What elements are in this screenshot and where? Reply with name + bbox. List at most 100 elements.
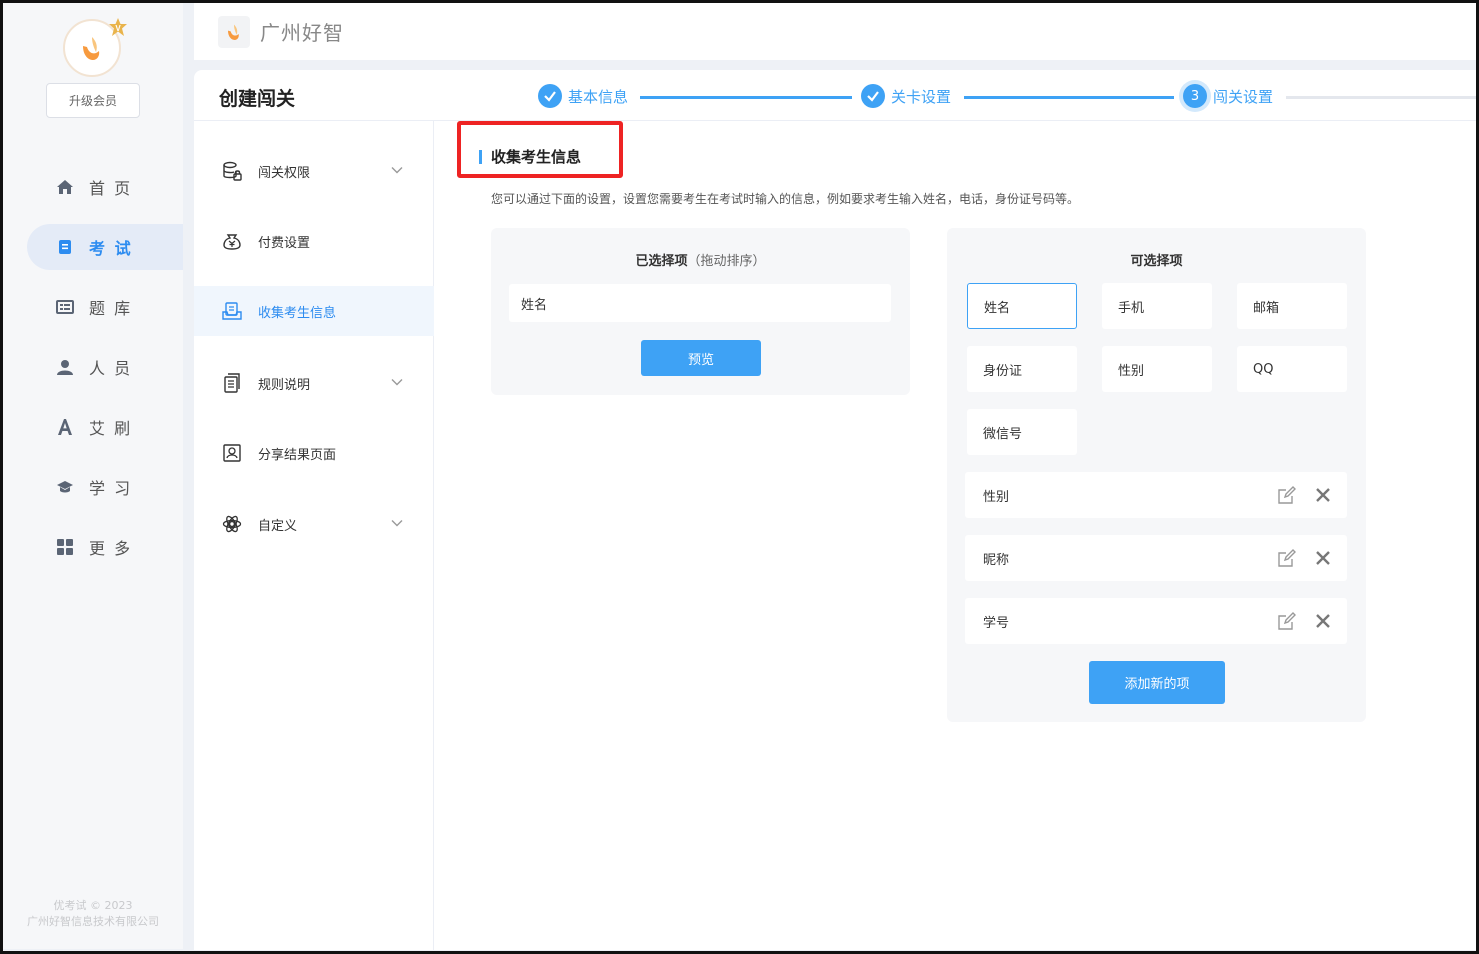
grid-icon bbox=[55, 537, 75, 557]
nav-item-more[interactable]: 更 多 bbox=[27, 524, 183, 570]
payment-icon bbox=[222, 231, 242, 251]
rules-icon bbox=[222, 373, 242, 393]
submenu-label: 分享结果页面 bbox=[258, 447, 337, 463]
left-nav: V 升级会员 首 页 考 试 题 库 人 员 艾 刷 学 习 更 多 优考试 ©… bbox=[3, 3, 183, 949]
settings-submenu: 闯关权限 付费设置 收集考生信息 规则说明 分享结果页面 自定义 bbox=[194, 121, 434, 950]
exam-icon bbox=[55, 237, 75, 257]
submenu-item-collect-info[interactable]: 收集考生信息 bbox=[194, 286, 434, 336]
submenu-label: 自定义 bbox=[258, 518, 298, 534]
nav-item-home[interactable]: 首 页 bbox=[27, 164, 183, 210]
person-icon bbox=[55, 357, 75, 377]
custom-icon bbox=[222, 514, 242, 534]
title-accent-bar bbox=[479, 149, 482, 164]
nav-item-question-bank[interactable]: 题 库 bbox=[27, 284, 183, 330]
page-title: 创建闯关 bbox=[219, 88, 296, 110]
svg-text:V: V bbox=[115, 24, 121, 33]
custom-field-row[interactable]: 性别 bbox=[965, 472, 1347, 518]
step-label: 闯关设置 bbox=[1213, 87, 1274, 106]
step-connector bbox=[964, 96, 1174, 99]
nav-item-exam[interactable]: 考 试 bbox=[27, 224, 183, 270]
upgrade-member-button[interactable]: 升级会员 bbox=[46, 83, 140, 118]
submenu-label: 闯关权限 bbox=[258, 165, 311, 181]
selected-field-name[interactable]: 姓名 bbox=[509, 284, 891, 322]
submenu-label: 付费设置 bbox=[258, 235, 311, 251]
nav-item-label: 首 页 bbox=[89, 179, 133, 198]
close-icon[interactable] bbox=[1315, 613, 1331, 629]
option-name[interactable]: 姓名 bbox=[967, 283, 1077, 329]
submenu-item-permission[interactable]: 闯关权限 bbox=[194, 146, 434, 196]
nav-item-label: 考 试 bbox=[89, 239, 133, 258]
brand-logo-icon bbox=[218, 15, 250, 48]
chevron-down-icon bbox=[391, 379, 403, 386]
chevron-down-icon bbox=[391, 167, 403, 174]
nav-item-label: 更 多 bbox=[89, 539, 133, 558]
step-basic-info[interactable]: 基本信息 bbox=[538, 84, 628, 108]
avatar[interactable]: V bbox=[63, 18, 127, 79]
close-icon[interactable] bbox=[1315, 550, 1331, 566]
options-card-title: 可选择项 bbox=[1130, 254, 1183, 269]
chevron-down-icon bbox=[391, 520, 403, 527]
selected-card-title: 已选择项（拖动排序） bbox=[491, 250, 910, 269]
available-fields-card: 可选择项 姓名 手机 邮箱 身份证 性别 QQ 微信号 性别 昵称 学号 添加新… bbox=[947, 228, 1366, 722]
share-result-icon bbox=[222, 443, 242, 463]
check-icon bbox=[861, 84, 885, 108]
selected-title-text: 已选择项 bbox=[635, 254, 688, 269]
preview-button[interactable]: 预览 bbox=[641, 340, 761, 376]
home-icon bbox=[55, 177, 75, 197]
step-challenge-settings[interactable]: 3 闯关设置 bbox=[1183, 84, 1273, 108]
custom-field-label: 昵称 bbox=[983, 552, 1010, 568]
footer-line: 优考试 © 2023 bbox=[53, 899, 133, 912]
section-title-text: 收集考生信息 bbox=[491, 148, 582, 166]
step-progress: 基本信息 关卡设置 3 闯关设置 bbox=[538, 84, 1478, 110]
nav-item-label: 艾 刷 bbox=[89, 419, 133, 438]
custom-field-label: 学号 bbox=[983, 615, 1010, 631]
brand-name: 广州好智 bbox=[260, 21, 344, 45]
drag-sort-hint: （拖动排序） bbox=[687, 254, 766, 269]
custom-field-label: 性别 bbox=[983, 489, 1010, 505]
nav-item-person[interactable]: 人 员 bbox=[27, 344, 183, 390]
step-label: 基本信息 bbox=[568, 87, 629, 106]
section-description: 您可以通过下面的设置，设置您需要考生在考试时输入的信息，例如要求考生输入姓名，电… bbox=[491, 192, 1080, 206]
submenu-item-payment[interactable]: 付费设置 bbox=[194, 216, 434, 266]
step-connector bbox=[640, 96, 852, 99]
option-email[interactable]: 邮箱 bbox=[1237, 283, 1347, 329]
submenu-item-custom[interactable]: 自定义 bbox=[194, 499, 434, 549]
vip-badge-icon: V bbox=[109, 18, 127, 36]
option-wechat[interactable]: 微信号 bbox=[967, 409, 1077, 455]
custom-field-row[interactable]: 学号 bbox=[965, 598, 1347, 644]
step-label: 关卡设置 bbox=[891, 87, 952, 106]
option-id-card[interactable]: 身份证 bbox=[967, 346, 1077, 392]
footer-line: 广州好智信息技术有限公司 bbox=[27, 915, 159, 928]
nav-item-study[interactable]: 学 习 bbox=[27, 464, 183, 510]
question-bank-icon bbox=[55, 297, 75, 317]
close-icon[interactable] bbox=[1315, 487, 1331, 503]
top-header: 广州好智 bbox=[194, 3, 1476, 60]
step-number: 3 bbox=[1183, 84, 1207, 108]
nav-item-label: 题 库 bbox=[89, 299, 133, 318]
submenu-label: 规则说明 bbox=[258, 377, 311, 393]
section-title: 收集考生信息 bbox=[479, 146, 581, 167]
permission-icon bbox=[222, 161, 242, 181]
edit-icon[interactable] bbox=[1277, 611, 1297, 631]
step-connector-pending bbox=[1286, 96, 1476, 99]
main-panel: 创建闯关 基本信息 关卡设置 3 闯关设置 闯关权限 付费设置 收集考生信息 规… bbox=[194, 70, 1476, 950]
custom-field-row[interactable]: 昵称 bbox=[965, 535, 1347, 581]
submenu-label: 收集考生信息 bbox=[258, 305, 337, 321]
edit-icon[interactable] bbox=[1277, 548, 1297, 568]
nav-item-label: 人 员 bbox=[89, 359, 133, 378]
option-gender[interactable]: 性别 bbox=[1102, 346, 1212, 392]
option-phone[interactable]: 手机 bbox=[1102, 283, 1212, 329]
selected-fields-card: 已选择项（拖动排序） 姓名 预览 bbox=[491, 228, 910, 395]
submenu-item-rules[interactable]: 规则说明 bbox=[194, 358, 434, 408]
graduation-cap-icon bbox=[55, 477, 75, 497]
edit-icon[interactable] bbox=[1277, 485, 1297, 505]
option-qq[interactable]: QQ bbox=[1237, 346, 1347, 392]
step-level-settings[interactable]: 关卡设置 bbox=[861, 84, 951, 108]
nav-item-label: 学 习 bbox=[89, 479, 133, 498]
nav-item-aishua[interactable]: 艾 刷 bbox=[27, 404, 183, 450]
check-icon bbox=[538, 84, 562, 108]
collect-info-icon bbox=[222, 301, 242, 321]
submenu-item-share-result[interactable]: 分享结果页面 bbox=[194, 428, 434, 478]
add-new-field-button[interactable]: 添加新的项 bbox=[1089, 661, 1225, 704]
letter-a-icon bbox=[55, 417, 75, 437]
